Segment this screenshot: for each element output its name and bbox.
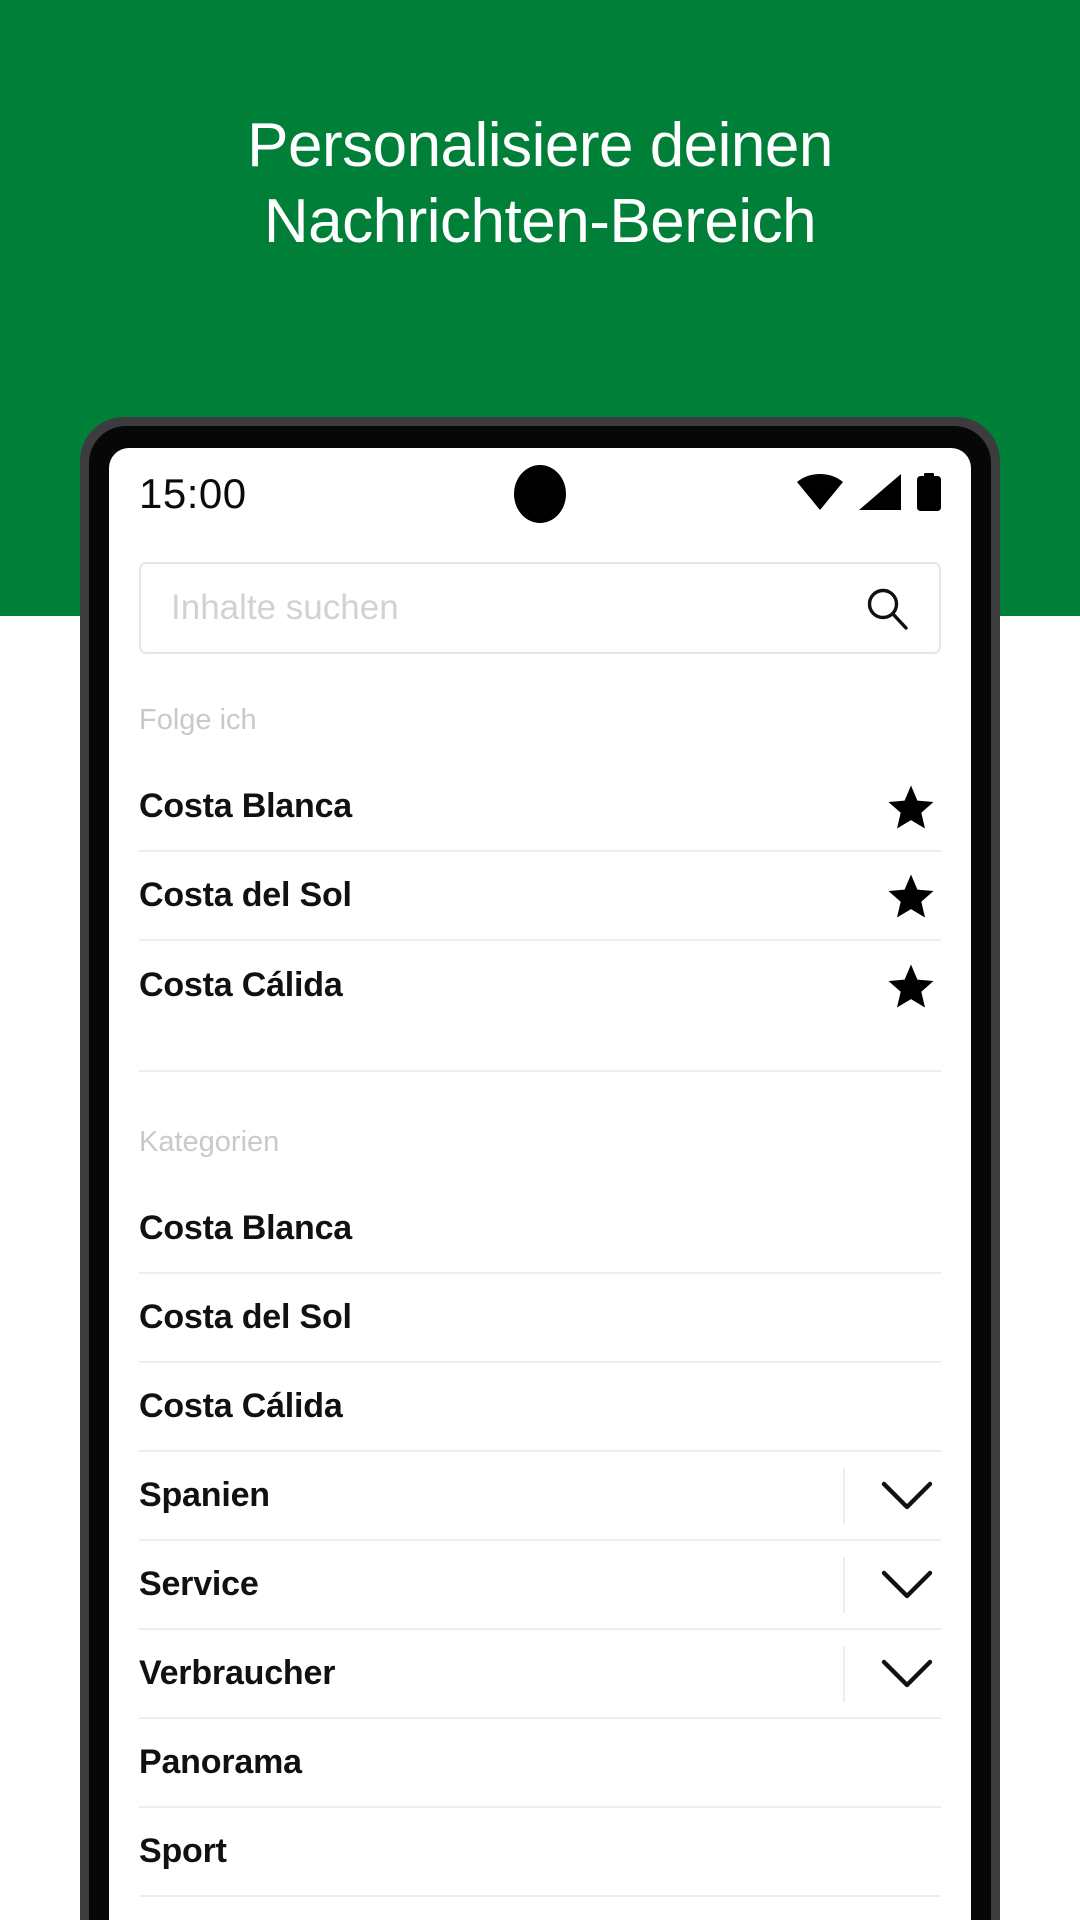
screenshot-root: Personalisiere deinen Nachrichten-Bereic… (0, 0, 1080, 1920)
cellular-signal-icon (859, 473, 901, 515)
section-header-following: Folge ich (139, 704, 257, 736)
chevron-down-icon[interactable] (877, 1466, 937, 1526)
list-item[interactable]: Costa Cálida (139, 941, 941, 1030)
status-bar: 15:00 (109, 448, 971, 540)
chevron-down-icon[interactable] (877, 1644, 937, 1704)
phone-screen: 15:00 Inhalte suchen Folge ich Costa Bla… (109, 448, 971, 1920)
status-bar-clock: 15:00 (139, 470, 247, 517)
list-item-label: Panorama (139, 1743, 302, 1781)
list-item[interactable]: Costa Blanca (139, 763, 941, 852)
chevron-down-icon[interactable] (877, 1555, 937, 1615)
list-item[interactable]: Panorama (139, 1719, 941, 1808)
punch-hole-camera-icon (514, 465, 566, 523)
content-list: Folge ich Costa Blanca Costa del Sol Cos… (109, 654, 971, 1897)
list-item-label: Sport (139, 1832, 227, 1870)
battery-icon (917, 472, 941, 516)
vertical-divider (843, 1645, 845, 1702)
star-filled-icon[interactable] (885, 870, 937, 922)
vertical-divider (843, 1556, 845, 1613)
list-item-label: Costa Cálida (139, 1387, 343, 1425)
expand-group (843, 1630, 941, 1717)
phone-bezel: 15:00 Inhalte suchen Folge ich Costa Bla… (89, 426, 991, 1920)
list-item[interactable]: Costa Blanca (139, 1185, 941, 1274)
list-item[interactable]: Costa del Sol (139, 852, 941, 941)
vertical-divider (843, 1467, 845, 1524)
list-item[interactable]: Service (139, 1541, 941, 1630)
list-item-label: Costa Blanca (139, 787, 353, 825)
list-item-label: Service (139, 1565, 259, 1603)
list-item[interactable]: Verbraucher (139, 1630, 941, 1719)
expand-group (843, 1541, 941, 1628)
list-item[interactable]: Costa del Sol (139, 1274, 941, 1363)
list-item[interactable]: Spanien (139, 1452, 941, 1541)
page-title: Personalisiere deinen Nachrichten-Bereic… (247, 111, 833, 256)
list-item[interactable]: Sport (139, 1808, 941, 1897)
status-bar-icons (797, 472, 941, 516)
list-item-label: Verbraucher (139, 1654, 336, 1692)
list-item-label: Costa Cálida (139, 966, 343, 1004)
phone-device-frame: 15:00 Inhalte suchen Folge ich Costa Bla… (80, 417, 1000, 1920)
star-filled-icon[interactable] (885, 960, 937, 1012)
section-header-categories: Kategorien (139, 1126, 280, 1158)
search-icon[interactable] (861, 582, 913, 634)
star-filled-icon[interactable] (885, 781, 937, 833)
search-placeholder-text: Inhalte suchen (171, 588, 399, 627)
list-item-label: Costa Blanca (139, 1209, 353, 1247)
search-section: Inhalte suchen (109, 540, 971, 654)
search-input[interactable]: Inhalte suchen (139, 562, 941, 654)
list-item[interactable]: Costa Cálida (139, 1363, 941, 1452)
expand-group (843, 1452, 941, 1539)
list-item-label: Costa del Sol (139, 1298, 352, 1336)
wifi-icon (797, 473, 843, 515)
list-item-label: Costa del Sol (139, 876, 352, 914)
list-item-label: Spanien (139, 1476, 270, 1514)
